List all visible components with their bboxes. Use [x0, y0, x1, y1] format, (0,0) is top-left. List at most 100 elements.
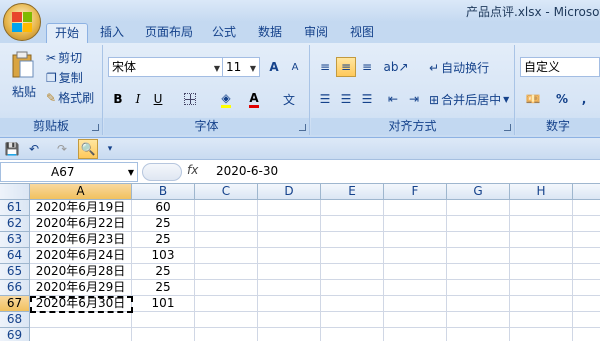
empty-cell[interactable] — [321, 296, 384, 312]
redo-button[interactable]: ↷ — [52, 139, 72, 159]
empty-cell[interactable] — [384, 312, 447, 328]
font-name-combo[interactable]: 宋体 ▼ — [108, 57, 224, 77]
empty-cell[interactable] — [195, 216, 258, 232]
empty-cell[interactable] — [195, 328, 258, 341]
cut-button[interactable]: ✂ 剪切 — [46, 49, 82, 66]
name-box[interactable]: A67 ▼ — [0, 162, 138, 182]
tab-page-layout[interactable]: 页面布局 — [140, 23, 198, 43]
empty-cell[interactable] — [384, 296, 447, 312]
save-button[interactable]: 💾 — [2, 139, 22, 159]
empty-cell[interactable] — [321, 264, 384, 280]
empty-cell[interactable] — [321, 312, 384, 328]
empty-cell[interactable] — [447, 280, 510, 296]
print-preview-button[interactable]: 🔍 — [78, 139, 98, 159]
percent-button[interactable]: % — [552, 89, 572, 109]
empty-cell[interactable] — [195, 232, 258, 248]
row-header[interactable]: 65 — [0, 264, 30, 280]
empty-cell[interactable] — [195, 200, 258, 216]
empty-cell[interactable] — [573, 280, 600, 296]
increase-indent-button[interactable]: ⇥ — [404, 89, 424, 109]
align-middle-button[interactable]: ≡ — [336, 57, 356, 77]
empty-cell[interactable] — [258, 264, 321, 280]
decrease-indent-button[interactable]: ⇤ — [383, 89, 403, 109]
column-header-g[interactable]: G — [447, 184, 510, 200]
date-cell[interactable]: 2020年6月28日 — [30, 264, 132, 280]
font-size-combo[interactable]: 11 ▼ — [222, 57, 260, 77]
borders-button[interactable] — [180, 89, 200, 109]
tab-insert[interactable]: 插入 — [94, 23, 130, 43]
insert-function-icon[interactable]: fx — [187, 163, 198, 177]
worksheet-grid[interactable]: A B C D E F G H 61 2020年6月19日 60 62 2020年6月2… — [0, 184, 600, 341]
column-header-a[interactable]: A — [30, 184, 132, 200]
clipboard-launcher-icon[interactable] — [92, 124, 99, 131]
empty-cell[interactable] — [447, 248, 510, 264]
empty-cell[interactable] — [573, 312, 600, 328]
empty-cell[interactable] — [258, 296, 321, 312]
empty-cell[interactable] — [195, 296, 258, 312]
empty-cell[interactable] — [510, 264, 573, 280]
empty-cell[interactable] — [510, 328, 573, 341]
empty-cell[interactable] — [321, 200, 384, 216]
paste-button[interactable] — [8, 49, 38, 81]
column-header-f[interactable]: F — [384, 184, 447, 200]
row-header[interactable]: 66 — [0, 280, 30, 296]
date-cell[interactable] — [30, 328, 132, 341]
row-header[interactable]: 63 — [0, 232, 30, 248]
shrink-font-button[interactable]: A — [285, 57, 305, 77]
align-center-button[interactable]: ☰ — [336, 89, 356, 109]
empty-cell[interactable] — [384, 264, 447, 280]
empty-cell[interactable] — [321, 232, 384, 248]
date-cell[interactable]: 2020年6月19日 — [30, 200, 132, 216]
value-cell[interactable] — [132, 312, 195, 328]
date-cell[interactable]: 2020年6月22日 — [30, 216, 132, 232]
merge-center-button[interactable]: ⊞ 合并后居中 ▼ — [429, 91, 509, 108]
value-cell[interactable]: 101 — [132, 296, 195, 312]
align-left-button[interactable]: ☰ — [315, 89, 335, 109]
empty-cell[interactable] — [510, 312, 573, 328]
comma-button[interactable]: , — [574, 89, 594, 109]
tab-data[interactable]: 数据 — [252, 23, 288, 43]
row-header[interactable]: 69 — [0, 328, 30, 341]
date-cell[interactable]: 2020年6月24日 — [30, 248, 132, 264]
empty-cell[interactable] — [447, 232, 510, 248]
empty-cell[interactable] — [447, 200, 510, 216]
value-cell[interactable]: 25 — [132, 264, 195, 280]
tab-view[interactable]: 视图 — [344, 23, 380, 43]
empty-cell[interactable] — [258, 280, 321, 296]
empty-cell[interactable] — [573, 296, 600, 312]
empty-cell[interactable] — [510, 248, 573, 264]
empty-cell[interactable] — [573, 328, 600, 341]
value-cell[interactable]: 25 — [132, 280, 195, 296]
format-painter-button[interactable]: ✎ 格式刷 — [46, 89, 94, 106]
empty-cell[interactable] — [384, 232, 447, 248]
value-cell[interactable]: 103 — [132, 248, 195, 264]
currency-button[interactable]: 💴 — [520, 89, 546, 109]
tab-home[interactable]: 开始 — [46, 23, 88, 43]
empty-cell[interactable] — [573, 200, 600, 216]
column-header-c[interactable]: C — [195, 184, 258, 200]
empty-cell[interactable] — [321, 280, 384, 296]
bold-button[interactable]: B — [108, 89, 128, 109]
empty-cell[interactable] — [321, 328, 384, 341]
empty-cell[interactable] — [384, 200, 447, 216]
grow-font-button[interactable]: A — [264, 57, 284, 77]
copy-button[interactable]: ❐ 复制 — [46, 69, 83, 86]
row-header[interactable]: 68 — [0, 312, 30, 328]
empty-cell[interactable] — [573, 232, 600, 248]
empty-cell[interactable] — [447, 216, 510, 232]
empty-cell[interactable] — [510, 296, 573, 312]
empty-cell[interactable] — [195, 264, 258, 280]
column-header-e[interactable]: E — [321, 184, 384, 200]
number-format-combo[interactable]: 自定义 — [520, 57, 600, 77]
underline-button[interactable]: U — [148, 89, 168, 109]
formula-value[interactable]: 2020-6-30 — [216, 164, 278, 178]
empty-cell[interactable] — [258, 328, 321, 341]
italic-button[interactable]: I — [128, 89, 148, 109]
empty-cell[interactable] — [573, 264, 600, 280]
column-header-b[interactable]: B — [132, 184, 195, 200]
row-header[interactable]: 62 — [0, 216, 30, 232]
align-top-button[interactable]: ≡ — [315, 57, 335, 77]
select-all-corner[interactable] — [0, 184, 30, 200]
value-cell[interactable]: 25 — [132, 232, 195, 248]
align-right-button[interactable]: ☰ — [357, 89, 377, 109]
